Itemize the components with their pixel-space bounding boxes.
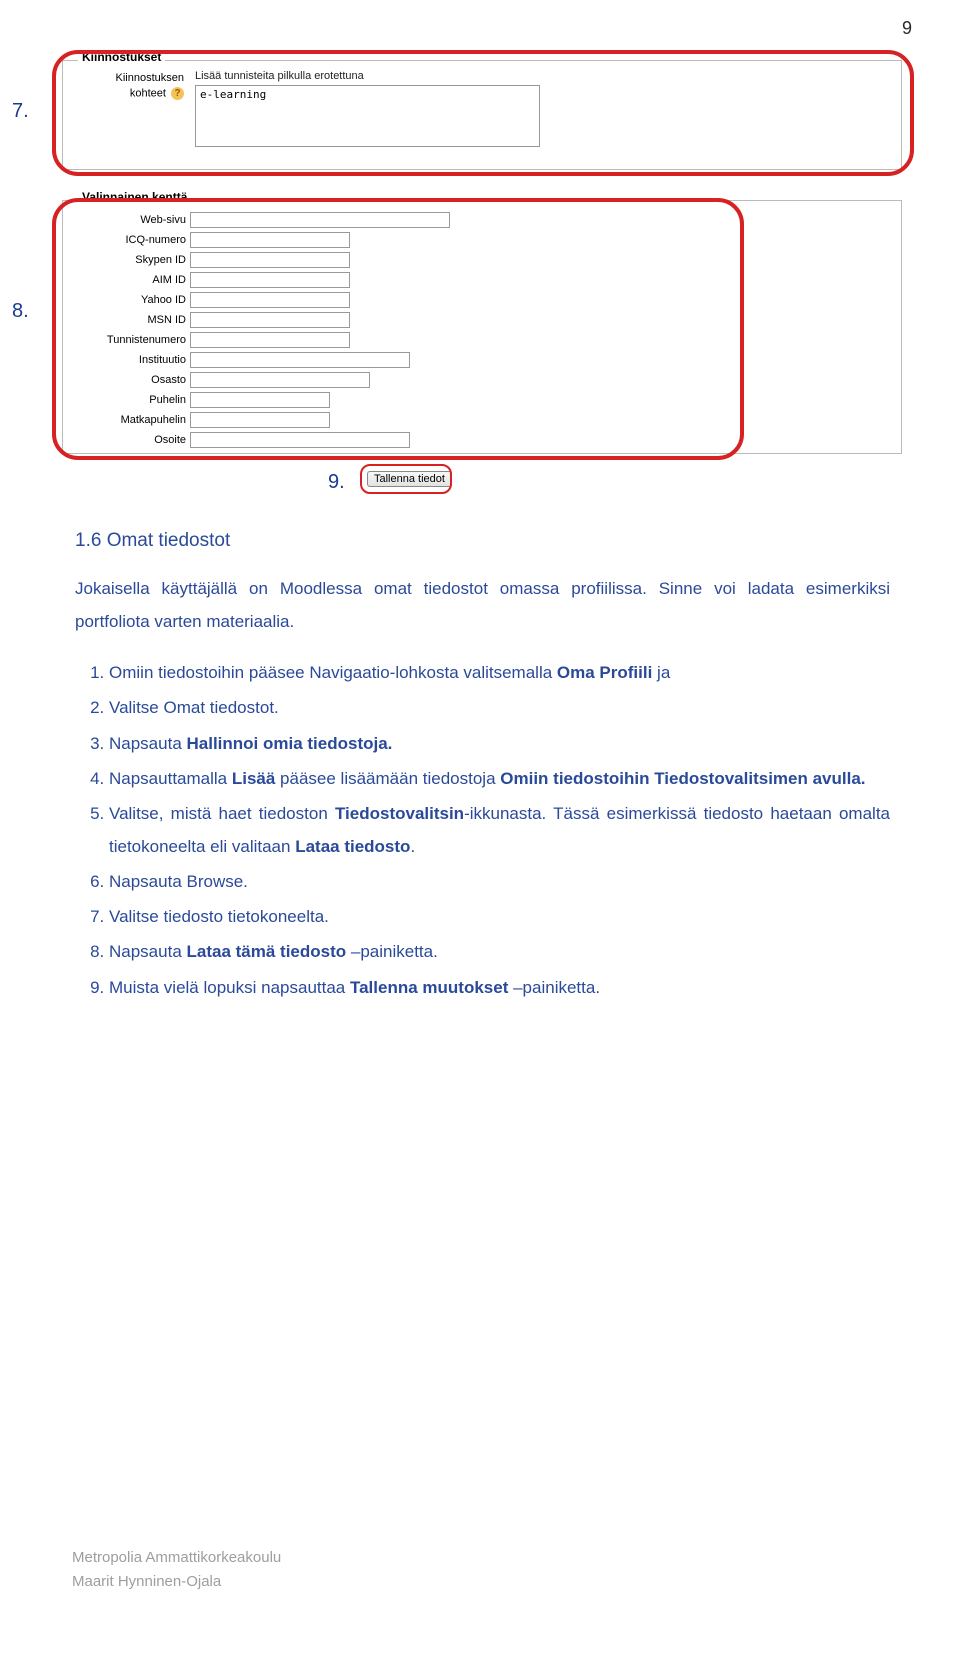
list-item: Napsauta Lataa tämä tiedosto –painiketta… [109,935,890,968]
field-row: Skypen ID [70,252,350,268]
footer-org: Metropolia Ammattikorkeakoulu [72,1546,281,1570]
step-annotation-8: 8. [12,300,29,323]
list-item: Valitse tiedosto tietokoneelta. [109,900,890,933]
document-body: 1.6 Omat tiedostot Jokaisella käyttäjäll… [75,530,890,1006]
hint-tunnisteet: Lisää tunnisteita pilkulla erotettuna [195,70,364,82]
field-input[interactable] [190,352,410,368]
list-item: Valitse Omat tiedostot. [109,691,890,724]
page-number: 9 [902,18,912,39]
label-kiinnostuksen: Kiinnostuksen [92,72,184,84]
field-row: Yahoo ID [70,292,350,308]
field-input[interactable] [190,332,350,348]
step-annotation-9: 9. [328,471,345,494]
list-item: Valitse, mistä haet tiedoston Tiedostova… [109,797,890,863]
intro-paragraph: Jokaisella käyttäjällä on Moodlessa omat… [75,572,890,638]
field-row: Matkapuhelin [70,412,330,428]
instruction-list: Omiin tiedostoihin pääsee Navigaatio-loh… [75,656,890,1003]
field-input[interactable] [190,272,350,288]
field-label: Osoite [70,434,190,446]
list-item: Napsauta Hallinnoi omia tiedostoja. [109,727,890,760]
field-label: Yahoo ID [70,294,190,306]
list-item: Napsauttamalla Lisää pääsee lisäämään ti… [109,762,890,795]
field-row: Tunnistenumero [70,332,350,348]
list-item: Muista vielä lopuksi napsauttaa Tallenna… [109,971,890,1004]
interests-input[interactable] [195,85,540,147]
field-input[interactable] [190,312,350,328]
field-label: Web-sivu [70,214,190,226]
field-label: Instituutio [70,354,190,366]
label-kohteet-text: kohteet [130,87,166,99]
footer: Metropolia Ammattikorkeakoulu Maarit Hyn… [72,1546,281,1594]
label-kohteet: kohteet ? [112,87,184,100]
legend-kiinnostukset: Kiinnostukset [78,50,165,64]
field-input[interactable] [190,392,330,408]
help-icon[interactable]: ? [171,87,184,100]
field-row: Osasto [70,372,370,388]
field-input[interactable] [190,372,370,388]
list-item: Omiin tiedostoihin pääsee Navigaatio-loh… [109,656,890,689]
field-row: Web-sivu [70,212,450,228]
field-input[interactable] [190,292,350,308]
field-label: ICQ-numero [70,234,190,246]
field-label: Osasto [70,374,190,386]
field-input[interactable] [190,232,350,248]
legend-valinnainen: Valinnainen kenttä [78,190,191,204]
field-input[interactable] [190,412,330,428]
field-row: AIM ID [70,272,350,288]
step-annotation-7: 7. [12,100,29,123]
field-row: Puhelin [70,392,330,408]
footer-author: Maarit Hynninen-Ojala [72,1570,281,1594]
field-label: MSN ID [70,314,190,326]
section-heading: 1.6 Omat tiedostot [75,530,890,552]
field-label: Skypen ID [70,254,190,266]
field-label: AIM ID [70,274,190,286]
field-label: Puhelin [70,394,190,406]
field-label: Matkapuhelin [70,414,190,426]
field-row: Osoite [70,432,410,448]
field-row: MSN ID [70,312,350,328]
field-input[interactable] [190,212,450,228]
list-item: Napsauta Browse. [109,865,890,898]
field-row: ICQ-numero [70,232,350,248]
field-label: Tunnistenumero [70,334,190,346]
field-row: Instituutio [70,352,410,368]
save-button[interactable]: Tallenna tiedot [367,471,452,487]
field-input[interactable] [190,432,410,448]
field-input[interactable] [190,252,350,268]
